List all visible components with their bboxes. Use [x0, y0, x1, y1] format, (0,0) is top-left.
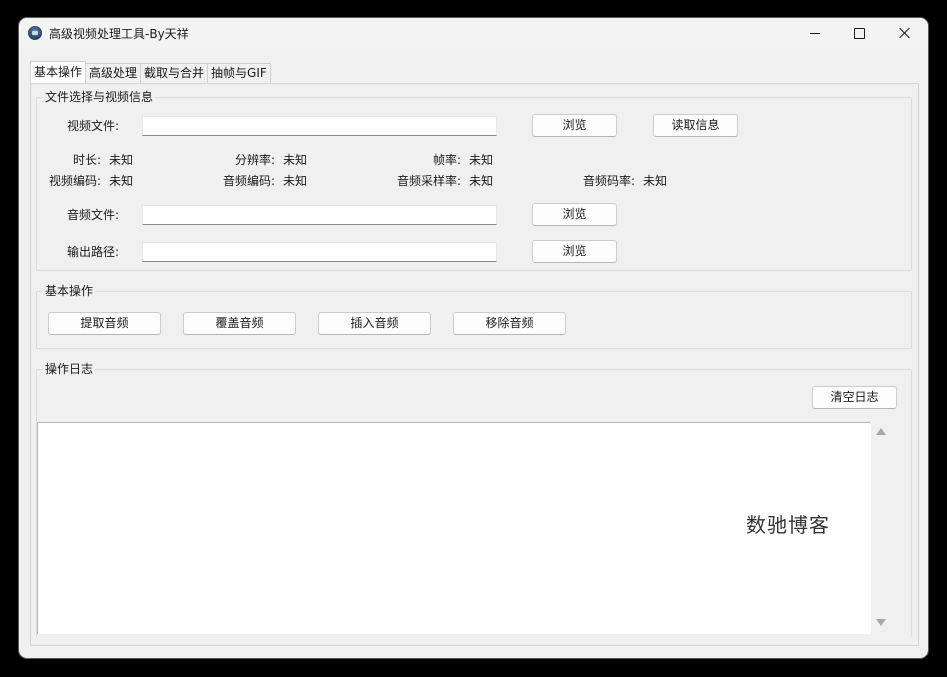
duration-value: 未知	[109, 153, 134, 167]
scroll-down-arrow-icon[interactable]	[876, 619, 886, 626]
app-icon	[28, 26, 42, 40]
insert-audio-button[interactable]: 插入音频	[318, 312, 431, 335]
group-title-basic-ops: 基本操作	[43, 284, 96, 298]
audio-file-label: 音频文件:	[67, 208, 120, 222]
browse-output-button[interactable]: 浏览	[532, 240, 617, 263]
tab-frames-gif[interactable]: 抽帧与GIF	[207, 63, 271, 83]
title-bar[interactable]: 高级视频处理工具-By天祥	[19, 18, 928, 48]
clear-log-button[interactable]: 清空日志	[812, 386, 897, 409]
extract-audio-button[interactable]: 提取音频	[48, 312, 161, 335]
audio-bitrate-value: 未知	[643, 174, 668, 188]
audio-bitrate-label: 音频码率:	[583, 174, 636, 188]
video-codec-value: 未知	[109, 174, 134, 188]
replace-audio-button[interactable]: 覆盖音频	[183, 312, 296, 335]
window-title: 高级视频处理工具-By天祥	[49, 27, 189, 41]
maximize-button[interactable]	[836, 18, 882, 48]
tab-bar: 基本操作 高级处理 截取与合并 抽帧与GIF	[30, 61, 271, 83]
sample-rate-value: 未知	[469, 174, 494, 188]
audio-file-input[interactable]	[142, 205, 497, 225]
close-button[interactable]	[882, 18, 928, 48]
tab-cut-merge[interactable]: 截取与合并	[140, 63, 209, 83]
browse-audio-button[interactable]: 浏览	[532, 203, 617, 226]
file-info-group: 文件选择与视频信息 视频文件: 浏览 读取信息 时长: 未知 分辨率: 未知 帧…	[36, 90, 912, 271]
resolution-value: 未知	[283, 153, 308, 167]
remove-audio-button[interactable]: 移除音频	[453, 312, 566, 335]
group-title-log: 操作日志	[43, 362, 96, 376]
group-title-file: 文件选择与视频信息	[43, 90, 156, 104]
resolution-label: 分辨率:	[235, 153, 276, 167]
close-icon	[899, 27, 911, 39]
output-path-label: 输出路径:	[67, 245, 120, 259]
framerate-label: 帧率:	[433, 153, 462, 167]
minimize-icon	[810, 32, 820, 34]
browse-video-button[interactable]: 浏览	[532, 114, 617, 137]
video-file-input[interactable]	[142, 116, 497, 136]
sample-rate-label: 音频采样率:	[397, 174, 462, 188]
minimize-button[interactable]	[792, 18, 838, 48]
app-window: 高级视频处理工具-By天祥 基本操作 高级处理 截取与合并 抽帧与GIF 文件选…	[19, 18, 928, 658]
audio-codec-label: 音频编码:	[223, 174, 276, 188]
log-scrollbar[interactable]	[871, 422, 891, 634]
tab-basic-ops[interactable]: 基本操作	[30, 61, 87, 83]
framerate-value: 未知	[469, 153, 494, 167]
duration-label: 时长:	[73, 153, 102, 167]
video-file-label: 视频文件:	[67, 119, 120, 133]
watermark-text: 数驰博客	[746, 513, 830, 537]
basic-ops-group: 基本操作 提取音频 覆盖音频 插入音频 移除音频	[36, 284, 912, 349]
scroll-up-arrow-icon[interactable]	[876, 428, 886, 435]
maximize-icon	[853, 27, 865, 39]
audio-codec-value: 未知	[283, 174, 308, 188]
tab-advanced[interactable]: 高级处理	[85, 63, 142, 83]
read-info-button[interactable]: 读取信息	[653, 114, 738, 137]
log-textarea[interactable]: 数驰博客	[37, 422, 871, 634]
tab-panel: 文件选择与视频信息 视频文件: 浏览 读取信息 时长: 未知 分辨率: 未知 帧…	[30, 83, 919, 646]
video-codec-label: 视频编码:	[49, 174, 102, 188]
output-path-input[interactable]	[142, 242, 497, 262]
